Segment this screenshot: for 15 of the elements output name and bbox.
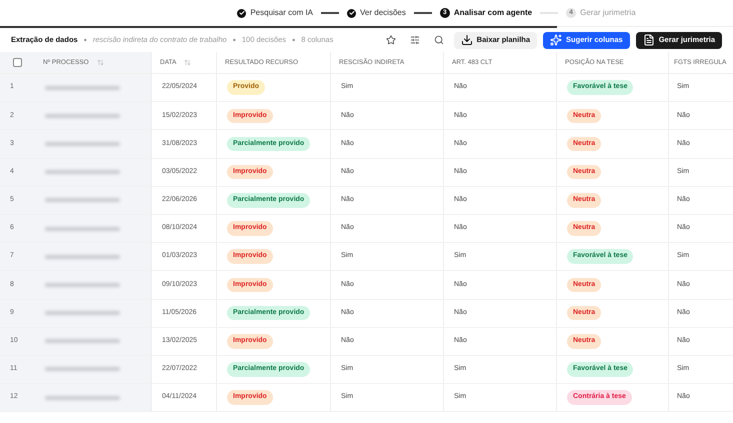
separator-dot: •: [292, 36, 296, 44]
document-icon: [642, 34, 655, 46]
step-connector: [414, 12, 432, 14]
step-label[interactable]: Analisar com agente: [454, 7, 532, 19]
search-icon[interactable]: [434, 35, 444, 45]
separator-dot: •: [232, 36, 236, 44]
step-connector: [321, 12, 340, 14]
select-all-checkbox[interactable]: [13, 58, 22, 67]
step-label[interactable]: Pesquisar com IA: [250, 7, 314, 19]
star-icon[interactable]: [386, 35, 396, 45]
step-label[interactable]: Ver decisões: [360, 7, 406, 19]
download-icon: [460, 34, 473, 46]
separator-dot: •: [84, 36, 87, 44]
sparkle-icon: [550, 34, 562, 46]
filter-icon[interactable]: [410, 35, 420, 45]
